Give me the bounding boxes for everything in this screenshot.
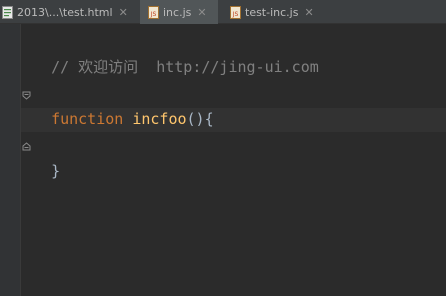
function-name: incfoo [132,110,187,128]
html-file-icon [2,5,13,19]
close-icon[interactable]: ✕ [304,7,313,18]
svg-text:JS: JS [150,11,157,18]
tab-label: 2013\...\test.html [17,5,113,19]
fold-open-icon[interactable] [22,91,31,100]
editor-gutter [0,24,20,296]
fold-close-icon[interactable] [22,142,31,151]
js-file-icon: JS [230,5,241,19]
code-line-closing-brace[interactable]: } [33,135,60,180]
signature-rest: (){ [186,110,214,128]
closing-brace: } [51,162,61,180]
close-icon[interactable]: ✕ [197,7,206,18]
code-line-function[interactable]: function incfoo(){ [33,83,214,128]
close-icon[interactable]: ✕ [119,7,128,18]
tab-label: inc.js [163,5,192,19]
code-line-comment[interactable]: // 欢迎访问 http://jing-ui.com [33,31,319,76]
tab-label: test-inc.js [245,5,299,19]
comment-text: // 欢迎访问 http://jing-ui.com [51,58,319,76]
keyword-function: function [51,110,124,128]
tab-test-inc-js[interactable]: JS test-inc.js ✕ [222,0,322,24]
js-file-icon: JS [148,5,159,19]
gutter-divider [20,24,21,296]
tab-test-html[interactable]: 2013\...\test.html ✕ [0,0,136,24]
editor-tab-bar: 2013\...\test.html ✕ JS inc.js ✕ JS test… [0,0,446,24]
tab-inc-js[interactable]: JS inc.js ✕ [140,0,218,24]
svg-text:JS: JS [232,11,239,18]
